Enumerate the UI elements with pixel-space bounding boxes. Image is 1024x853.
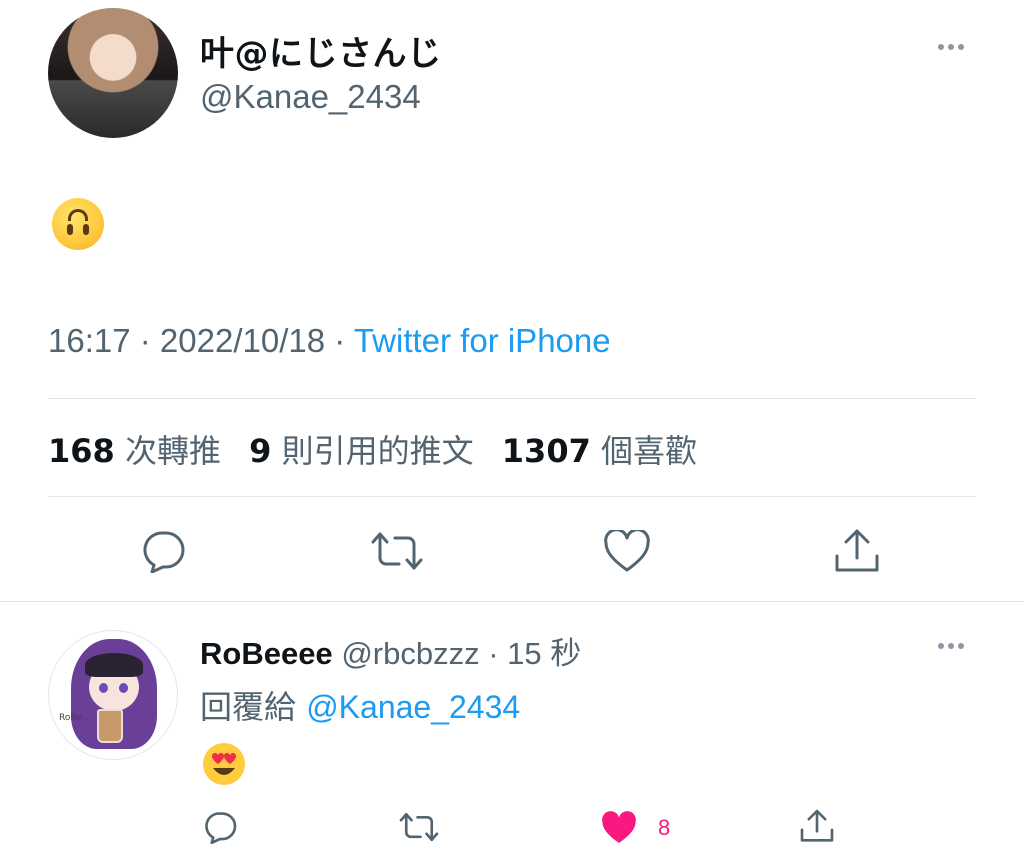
like-icon-filled bbox=[602, 811, 636, 844]
retweet-icon bbox=[371, 532, 423, 570]
divider bbox=[48, 398, 976, 399]
share-icon bbox=[835, 529, 879, 572]
reply-icon bbox=[205, 812, 237, 844]
tweet-date: 2022/10/18 bbox=[159, 322, 326, 359]
reply-time: 15 秒 bbox=[507, 636, 582, 671]
author-handle[interactable]: @Kanae_2434 bbox=[200, 78, 421, 116]
divider bbox=[0, 601, 1024, 602]
tweet-source-link[interactable]: Twitter for iPhone bbox=[354, 322, 611, 359]
reply-more-options-icon[interactable] bbox=[938, 643, 964, 649]
author-display-name[interactable]: 叶@にじさんじ bbox=[200, 26, 442, 75]
reply-share-button[interactable] bbox=[799, 808, 835, 844]
reply-author-avatar[interactable]: RoBe… bbox=[48, 630, 178, 760]
replying-to-line: 回覆給 @Kanae_2434 bbox=[200, 682, 520, 728]
reply-reply-button[interactable] bbox=[202, 810, 238, 844]
reply-like-button[interactable] bbox=[600, 811, 638, 845]
like-icon bbox=[604, 530, 650, 572]
like-button[interactable] bbox=[603, 530, 651, 572]
reply-button[interactable] bbox=[139, 529, 187, 573]
quotes-stat[interactable]: 9 則引用的推文 bbox=[249, 432, 491, 470]
reply-handle[interactable]: @rbcbzzz bbox=[341, 636, 479, 671]
tweet-time: 16:17 bbox=[48, 322, 131, 359]
upside-down-face-emoji bbox=[52, 198, 104, 250]
share-button[interactable] bbox=[833, 528, 881, 574]
reply-icon bbox=[143, 531, 185, 573]
reply-header: RoBeeee @rbcbzzz · 15 秒 bbox=[200, 636, 582, 671]
more-options-icon[interactable] bbox=[938, 44, 964, 50]
reply-retweet-button[interactable] bbox=[398, 811, 440, 843]
replying-to-label: 回覆給 bbox=[200, 688, 297, 726]
tweet-stats: 168 次轉推 9 則引用的推文 1307 個喜歡 bbox=[48, 426, 715, 472]
retweets-stat[interactable]: 168 次轉推 bbox=[48, 432, 239, 470]
tweet-timestamp-line: 16:17 · 2022/10/18 · Twitter for iPhone bbox=[48, 322, 611, 359]
reply-like-count: 8 bbox=[658, 815, 671, 840]
replying-to-mention[interactable]: @Kanae_2434 bbox=[306, 689, 520, 725]
reply-display-name[interactable]: RoBeeee bbox=[200, 636, 333, 671]
author-avatar[interactable] bbox=[48, 8, 178, 138]
share-icon bbox=[800, 809, 834, 842]
retweet-icon bbox=[399, 812, 439, 842]
divider bbox=[48, 496, 976, 497]
heart-eyes-emoji bbox=[202, 742, 246, 786]
retweet-button[interactable] bbox=[369, 530, 425, 572]
likes-stat[interactable]: 1307 個喜歡 bbox=[502, 432, 715, 470]
